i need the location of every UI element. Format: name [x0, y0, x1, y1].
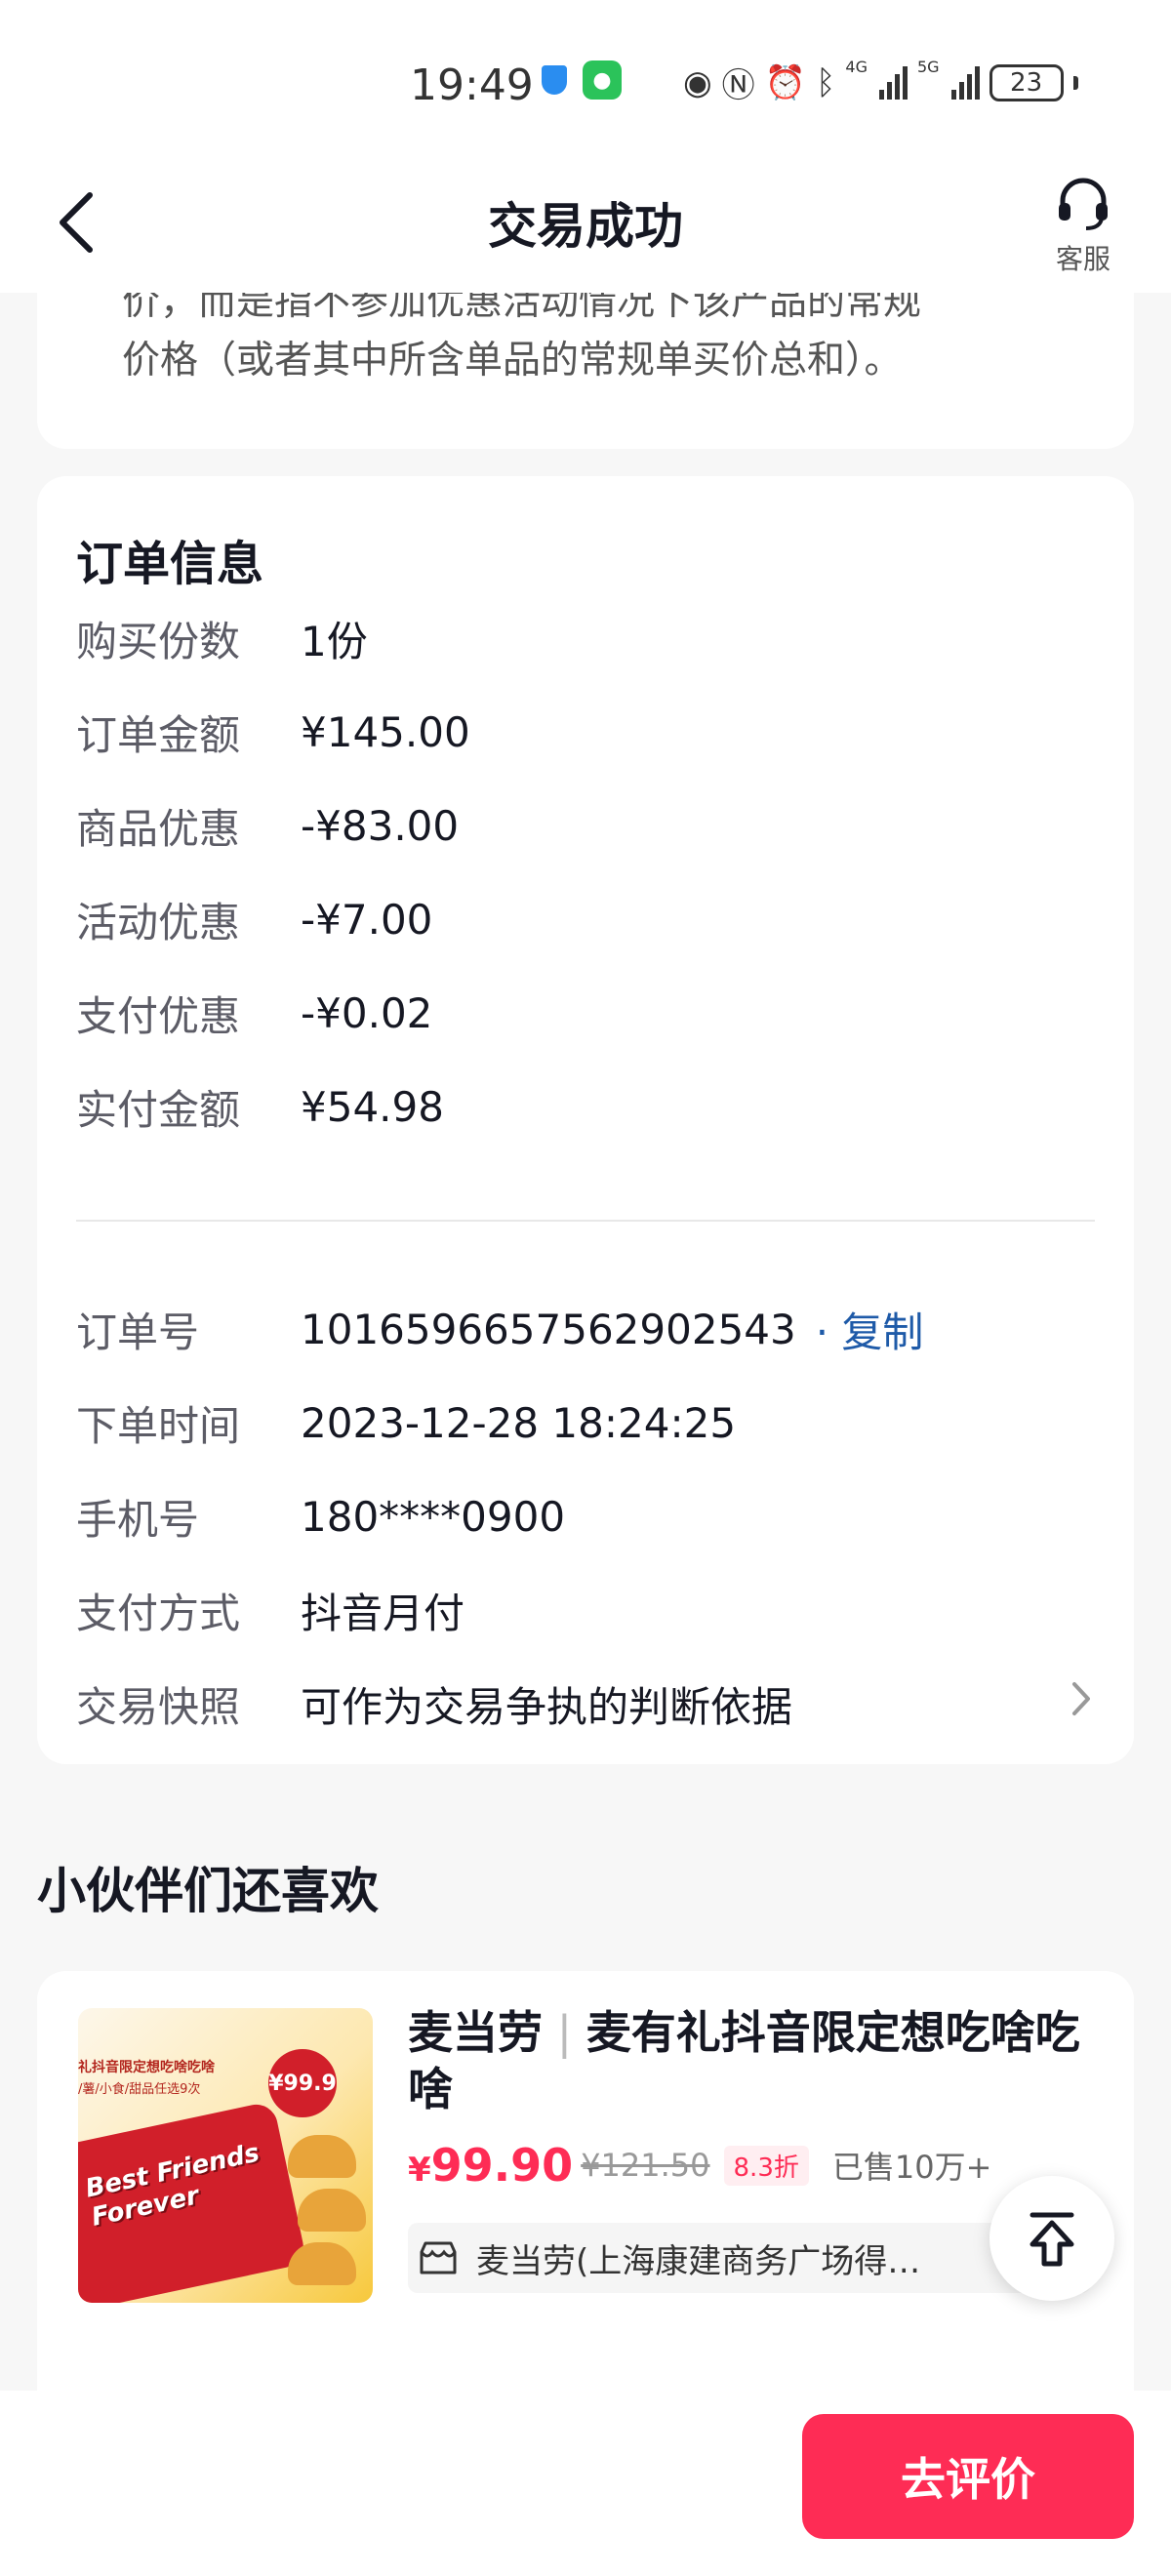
- notice-line-2: 价格（或者其中所含单品的常规单买价总和）。: [122, 339, 903, 382]
- shop-row[interactable]: 麦当劳(上海康建商务广场得… 4: [408, 2223, 1091, 2293]
- row-value: 抖音月付: [301, 1589, 465, 1637]
- order-row-activity-discount: 活动优惠 -¥7.00: [76, 890, 432, 948]
- row-label: 活动优惠: [76, 898, 241, 946]
- order-row-order-number: 订单号 1016596657562902543 · 复制: [76, 1300, 923, 1358]
- row-value: 2023-12-28 18:24:25: [301, 1398, 737, 1447]
- status-bar: 19:49 ● ◉ Ⓝ ⏰ ᛒ 4G 5G 23: [0, 0, 1171, 166]
- row-value: ¥54.98: [301, 1082, 444, 1131]
- row-label: 订单金额: [76, 710, 241, 759]
- order-row-payment-method: 支付方式 抖音月付: [76, 1581, 464, 1639]
- order-number-value: 1016596657562902543: [301, 1305, 796, 1353]
- order-row-paid: 实付金额 ¥54.98: [76, 1077, 444, 1136]
- price-value: 99.90: [430, 2139, 574, 2192]
- sold-count: 已售10万+: [831, 2149, 992, 2186]
- row-label: 手机号: [76, 1495, 200, 1544]
- row-value: -¥0.02: [301, 988, 433, 1037]
- bottom-action-bar: 去评价: [0, 2391, 1171, 2576]
- chevron-right-icon: [1072, 1682, 1090, 1715]
- row-label: 交易快照: [76, 1682, 241, 1731]
- order-info-title: 订单信息: [76, 537, 264, 591]
- thumb-price-badge: ¥99.9: [268, 2049, 337, 2117]
- row-label: 实付金额: [76, 1085, 241, 1134]
- signal-icon: [879, 65, 908, 100]
- order-row-amount: 订单金额 ¥145.00: [76, 703, 470, 761]
- row-value: ¥145.00: [301, 707, 470, 756]
- row-value: 可作为交易争执的判断依据: [301, 1682, 793, 1731]
- row-label: 下单时间: [76, 1401, 241, 1450]
- order-row-phone: 手机号 180****0900: [76, 1487, 565, 1546]
- row-value: -¥7.00: [301, 895, 433, 944]
- order-row-quantity: 购买份数 1份: [76, 609, 368, 667]
- row-value: -¥83.00: [301, 801, 460, 850]
- thumb-caption-1: 礼抖音限定想吃啥吃啥: [78, 2060, 215, 2075]
- customer-service-button[interactable]: 客服: [1044, 174, 1122, 277]
- status-notification-icons: ●: [542, 60, 622, 100]
- review-button[interactable]: 去评价: [802, 2414, 1134, 2539]
- shield-icon: [542, 65, 567, 95]
- row-value: 1份: [301, 617, 368, 665]
- back-to-top-button[interactable]: [989, 2176, 1114, 2301]
- network-type-4g: 4G: [845, 58, 868, 76]
- order-info-card: 订单信息 购买份数 1份 订单金额 ¥145.00 商品优惠 -¥83.00 活…: [37, 476, 1134, 1764]
- thumb-caption-2: /薯/小食/甜品任选9次: [78, 2082, 201, 2097]
- divider: [76, 1220, 1095, 1222]
- title-separator: |: [543, 2006, 586, 2059]
- shop-name: 麦当劳(上海康建商务广场得…: [476, 2241, 921, 2281]
- burger-graphic: [288, 2135, 356, 2178]
- eye-icon: ◉: [683, 62, 712, 102]
- status-system-icons: ◉ Ⓝ ⏰ ᛒ 4G 5G 23: [683, 58, 1078, 106]
- burger-graphic: [288, 2242, 356, 2285]
- row-label: 商品优惠: [76, 804, 241, 853]
- row-label: 支付优惠: [76, 991, 241, 1040]
- product-price: ¥99.90: [408, 2139, 573, 2192]
- alarm-icon: ⏰: [764, 62, 807, 102]
- arrow-up-icon: [1030, 2212, 1074, 2267]
- price-currency: ¥: [408, 2151, 431, 2190]
- row-label: 支付方式: [76, 1589, 241, 1637]
- wechat-icon: ●: [583, 60, 622, 100]
- recommend-product-card[interactable]: 礼抖音限定想吃啥吃啥 /薯/小食/甜品任选9次 ¥99.9 Best Frien…: [37, 1971, 1134, 2391]
- copy-button[interactable]: · 复制: [816, 1300, 924, 1359]
- status-time: 19:49: [410, 60, 534, 110]
- bluetooth-icon: ᛒ: [816, 62, 836, 102]
- original-price: ¥121.50: [581, 2147, 710, 2184]
- row-label: 订单号: [76, 1308, 200, 1356]
- order-row-product-discount: 商品优惠 -¥83.00: [76, 796, 459, 855]
- order-row-time: 下单时间 2023-12-28 18:24:25: [76, 1393, 736, 1452]
- nfc-icon: Ⓝ: [721, 66, 755, 105]
- store-icon: [420, 2241, 457, 2274]
- headset-icon: [1059, 178, 1108, 230]
- order-row-payment-discount: 支付优惠 -¥0.02: [76, 984, 432, 1042]
- price-row: ¥99.90 ¥121.50 8.3折 已售10万+: [408, 2139, 991, 2192]
- recommend-title: 小伙伴们还喜欢: [37, 1863, 379, 1919]
- battery-icon: 23: [989, 63, 1064, 101]
- row-label: 购买份数: [76, 617, 241, 665]
- burger-graphic: [298, 2189, 366, 2232]
- customer-service-label: 客服: [1055, 243, 1110, 275]
- trade-snapshot-row[interactable]: 交易快照 可作为交易争执的判断依据: [76, 1674, 1095, 1733]
- network-type-5g: 5G: [917, 58, 940, 76]
- product-thumbnail: 礼抖音限定想吃啥吃啥 /薯/小食/甜品任选9次 ¥99.9 Best Frien…: [78, 2008, 373, 2303]
- product-brand: 麦当劳: [408, 2006, 543, 2059]
- nav-bar: 交易成功 客服: [0, 166, 1171, 293]
- battery-tip: [1072, 75, 1078, 90]
- signal-icon: [950, 65, 980, 100]
- discount-badge: 8.3折: [723, 2145, 809, 2186]
- row-value: 180****0900: [301, 1492, 566, 1541]
- product-title: 麦当劳 | 麦有礼抖音限定想吃啥吃啥: [408, 2004, 1120, 2117]
- page-title: 交易成功: [488, 198, 683, 255]
